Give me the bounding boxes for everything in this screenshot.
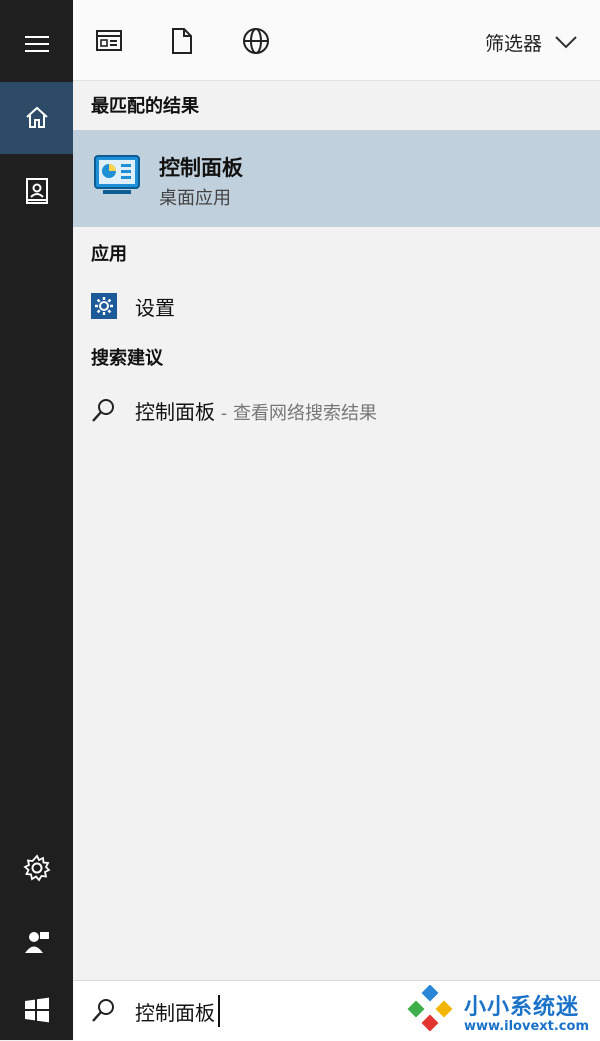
text-caret: [218, 995, 220, 1027]
watermark-logo-icon: [407, 985, 453, 1032]
notebook-button[interactable]: [0, 155, 73, 227]
search-input[interactable]: 控制面板 小小系统迷 www.ilovext.com: [73, 980, 600, 1041]
notebook-icon: [25, 178, 48, 204]
feedback-button[interactable]: [0, 906, 73, 978]
start-button[interactable]: [0, 980, 73, 1040]
best-match-subtitle: 桌面应用: [159, 188, 231, 209]
control-panel-icon: [94, 155, 140, 194]
search-icon: [92, 399, 114, 422]
search-results-panel: 筛选器 最匹配的结果 控制面板 桌面应用 应用 设置 搜索建议 控制面板 - 查…: [73, 0, 600, 980]
feedback-icon: [24, 932, 49, 953]
documents-filter-button[interactable]: [166, 25, 198, 57]
home-icon: [25, 106, 48, 128]
best-match-item[interactable]: 控制面板 桌面应用: [73, 130, 600, 227]
filter-dropdown[interactable]: 筛选器: [485, 26, 578, 58]
filter-toolbar: 筛选器: [73, 0, 600, 81]
app-item-settings[interactable]: 设置: [73, 282, 600, 330]
home-button[interactable]: [0, 82, 73, 154]
section-apps: 应用: [91, 244, 127, 265]
hamburger-menu-button[interactable]: [0, 8, 73, 80]
suggestion-item[interactable]: 控制面板 - 查看网络搜索结果: [73, 386, 600, 434]
gear-icon: [22, 854, 51, 882]
suggestion-suffix: - 查看网络搜索结果: [215, 403, 377, 424]
taskbar: 控制面板 小小系统迷 www.ilovext.com: [0, 980, 600, 1041]
app-item-label: 设置: [135, 296, 175, 320]
best-match-title: 控制面板: [159, 156, 243, 180]
windows-logo-icon: [24, 997, 49, 1023]
watermark: 小小系统迷 www.ilovext.com: [402, 985, 592, 1037]
web-filter-button[interactable]: [240, 25, 272, 57]
filter-label: 筛选器: [484, 32, 542, 55]
suggestion-label: 控制面板: [135, 400, 215, 424]
search-icon: [92, 999, 114, 1022]
hamburger-menu-icon: [24, 36, 49, 52]
section-suggestions: 搜索建议: [91, 348, 163, 369]
watermark-url: www.ilovext.com: [464, 1019, 589, 1034]
apps-filter-button[interactable]: [93, 25, 125, 57]
watermark-title: 小小系统迷: [464, 995, 580, 1020]
web-filter-icon: [243, 28, 269, 54]
section-best-match: 最匹配的结果: [91, 96, 199, 117]
start-rail: [0, 0, 73, 980]
settings-app-icon: [91, 293, 117, 319]
apps-filter-icon: [96, 30, 122, 51]
settings-button[interactable]: [0, 832, 73, 904]
documents-filter-icon: [172, 28, 192, 54]
chevron-down-icon: [555, 36, 577, 49]
search-input-value: 控制面板: [135, 1001, 215, 1025]
